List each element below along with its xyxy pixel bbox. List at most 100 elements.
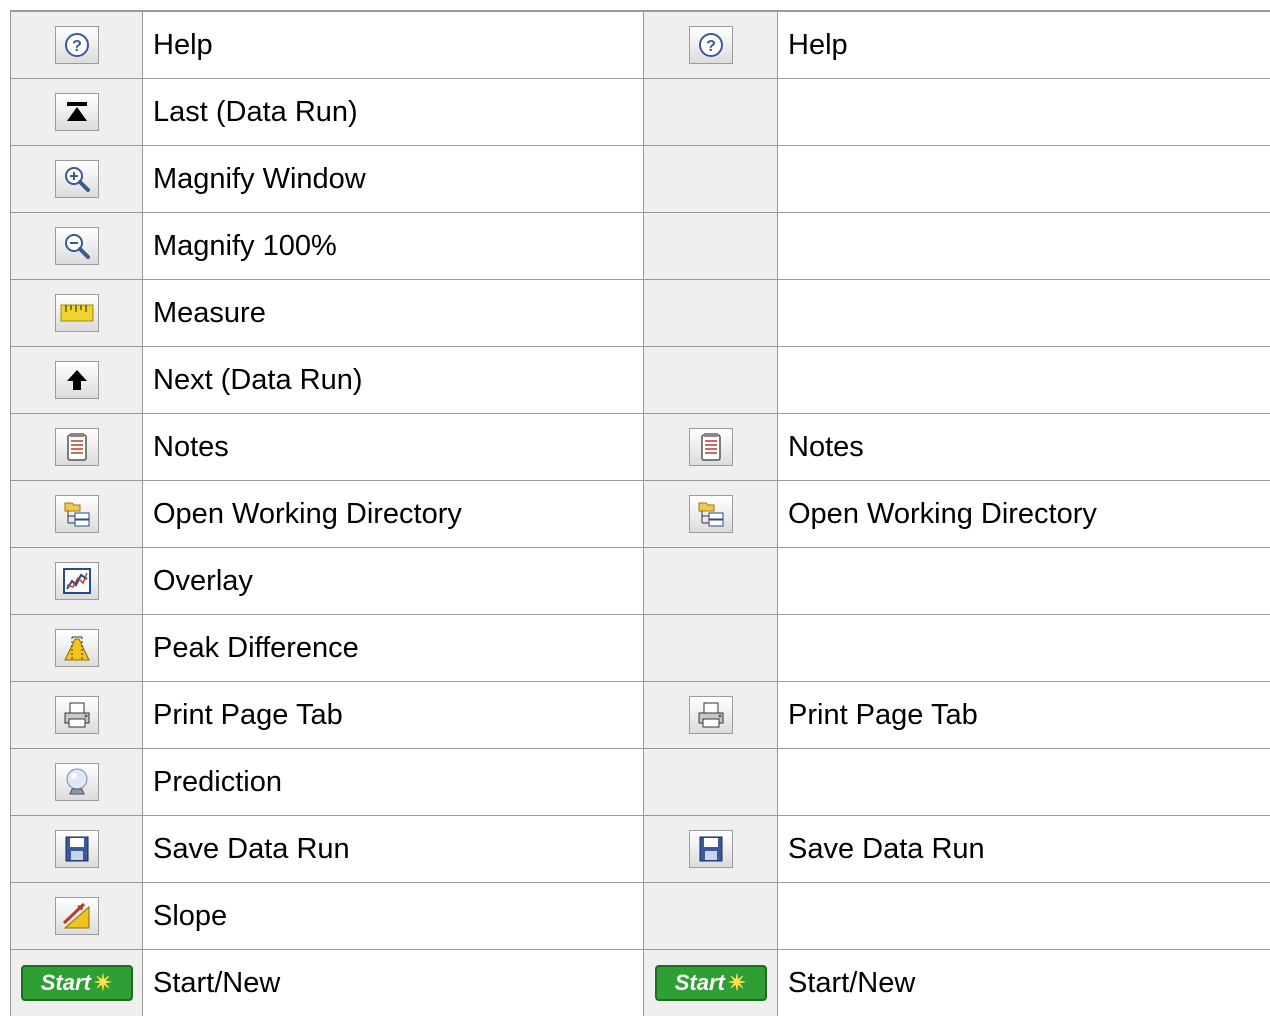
right-label-cell <box>778 615 1270 682</box>
left-icon-cell <box>11 615 143 682</box>
left-label-cell: Start/New <box>143 950 644 1016</box>
right-icon-cell <box>644 481 778 548</box>
start-button-text: Start <box>41 970 91 996</box>
left-icon-cell <box>11 749 143 816</box>
print-icon <box>689 696 733 734</box>
right-icon-cell: Start✴ <box>644 950 778 1016</box>
right-icon-cell <box>644 682 778 749</box>
toolbar-reference-table: ?Help?HelpLast (Data Run)Magnify WindowM… <box>10 10 1270 1016</box>
right-label-cell <box>778 79 1270 146</box>
right-label-cell <box>778 280 1270 347</box>
right-label-cell: Print Page Tab <box>778 682 1270 749</box>
left-label-cell: Magnify Window <box>143 146 644 213</box>
right-label-cell <box>778 146 1270 213</box>
left-label-cell: Open Working Directory <box>143 481 644 548</box>
table-row: Prediction <box>11 749 1270 816</box>
slope-icon <box>55 897 99 935</box>
left-icon-cell <box>11 816 143 883</box>
left-label-cell: Measure <box>143 280 644 347</box>
left-icon-cell: ? <box>11 11 143 79</box>
table-row: Magnify Window <box>11 146 1270 213</box>
left-label-cell: Print Page Tab <box>143 682 644 749</box>
right-label-cell <box>778 347 1270 414</box>
right-label-cell <box>778 883 1270 950</box>
svg-text:?: ? <box>706 38 716 55</box>
help-icon: ? <box>55 26 99 64</box>
table-row: Measure <box>11 280 1270 347</box>
right-label-cell: Start/New <box>778 950 1270 1016</box>
left-label-cell: Notes <box>143 414 644 481</box>
wand-star-icon: ✴ <box>728 970 746 996</box>
save-icon <box>689 830 733 868</box>
right-icon-cell <box>644 414 778 481</box>
left-icon-cell <box>11 682 143 749</box>
notes-icon <box>689 428 733 466</box>
table-row: Peak Difference <box>11 615 1270 682</box>
left-label-cell: Help <box>143 11 644 79</box>
left-label-cell: Slope <box>143 883 644 950</box>
open-directory-icon <box>55 495 99 533</box>
left-icon-cell: Start✴ <box>11 950 143 1016</box>
left-label-cell: Peak Difference <box>143 615 644 682</box>
table-row: ? Help? Help <box>11 11 1270 79</box>
right-icon-cell <box>644 347 778 414</box>
right-icon-cell <box>644 883 778 950</box>
last-icon <box>55 93 99 131</box>
table-row: Slope <box>11 883 1270 950</box>
print-icon <box>55 696 99 734</box>
measure-icon <box>55 294 99 332</box>
right-label-cell <box>778 749 1270 816</box>
right-icon-cell <box>644 816 778 883</box>
table-row: Overlay <box>11 548 1270 615</box>
table-row: Print Page Tab Print Page Tab <box>11 682 1270 749</box>
right-icon-cell: ? <box>644 11 778 79</box>
left-label-cell: Prediction <box>143 749 644 816</box>
left-icon-cell <box>11 548 143 615</box>
right-label-cell: Help <box>778 11 1270 79</box>
prediction-icon <box>55 763 99 801</box>
wand-star-icon: ✴ <box>94 970 112 996</box>
table-row: Magnify 100% <box>11 213 1270 280</box>
left-label-cell: Last (Data Run) <box>143 79 644 146</box>
right-icon-cell <box>644 213 778 280</box>
start-icon: Start✴ <box>21 965 133 1001</box>
left-label-cell: Save Data Run <box>143 816 644 883</box>
left-icon-cell <box>11 146 143 213</box>
peak-difference-icon <box>55 629 99 667</box>
right-icon-cell <box>644 615 778 682</box>
left-icon-cell <box>11 883 143 950</box>
right-icon-cell <box>644 79 778 146</box>
right-label-cell: Open Working Directory <box>778 481 1270 548</box>
right-label-cell: Notes <box>778 414 1270 481</box>
right-label-cell <box>778 213 1270 280</box>
overlay-icon <box>55 562 99 600</box>
help-icon: ? <box>689 26 733 64</box>
table-row: Notes Notes <box>11 414 1270 481</box>
left-icon-cell <box>11 414 143 481</box>
table-row: Next (Data Run) <box>11 347 1270 414</box>
right-icon-cell <box>644 146 778 213</box>
left-label-cell: Next (Data Run) <box>143 347 644 414</box>
magnify-window-icon <box>55 160 99 198</box>
notes-icon <box>55 428 99 466</box>
left-icon-cell <box>11 280 143 347</box>
table-row: Start✴Start/NewStart✴Start/New <box>11 950 1270 1016</box>
right-label-cell: Save Data Run <box>778 816 1270 883</box>
table-row: Save Data Run Save Data Run <box>11 816 1270 883</box>
table-row: Open Working Directory Open Working Direc… <box>11 481 1270 548</box>
open-directory-icon <box>689 495 733 533</box>
table-row: Last (Data Run) <box>11 79 1270 146</box>
start-icon: Start✴ <box>655 965 767 1001</box>
left-label-cell: Overlay <box>143 548 644 615</box>
magnify-100-icon <box>55 227 99 265</box>
right-icon-cell <box>644 280 778 347</box>
left-icon-cell <box>11 79 143 146</box>
right-icon-cell <box>644 749 778 816</box>
left-icon-cell <box>11 481 143 548</box>
next-icon <box>55 361 99 399</box>
left-label-cell: Magnify 100% <box>143 213 644 280</box>
left-icon-cell <box>11 213 143 280</box>
right-icon-cell <box>644 548 778 615</box>
start-button-text: Start <box>675 970 725 996</box>
left-icon-cell <box>11 347 143 414</box>
